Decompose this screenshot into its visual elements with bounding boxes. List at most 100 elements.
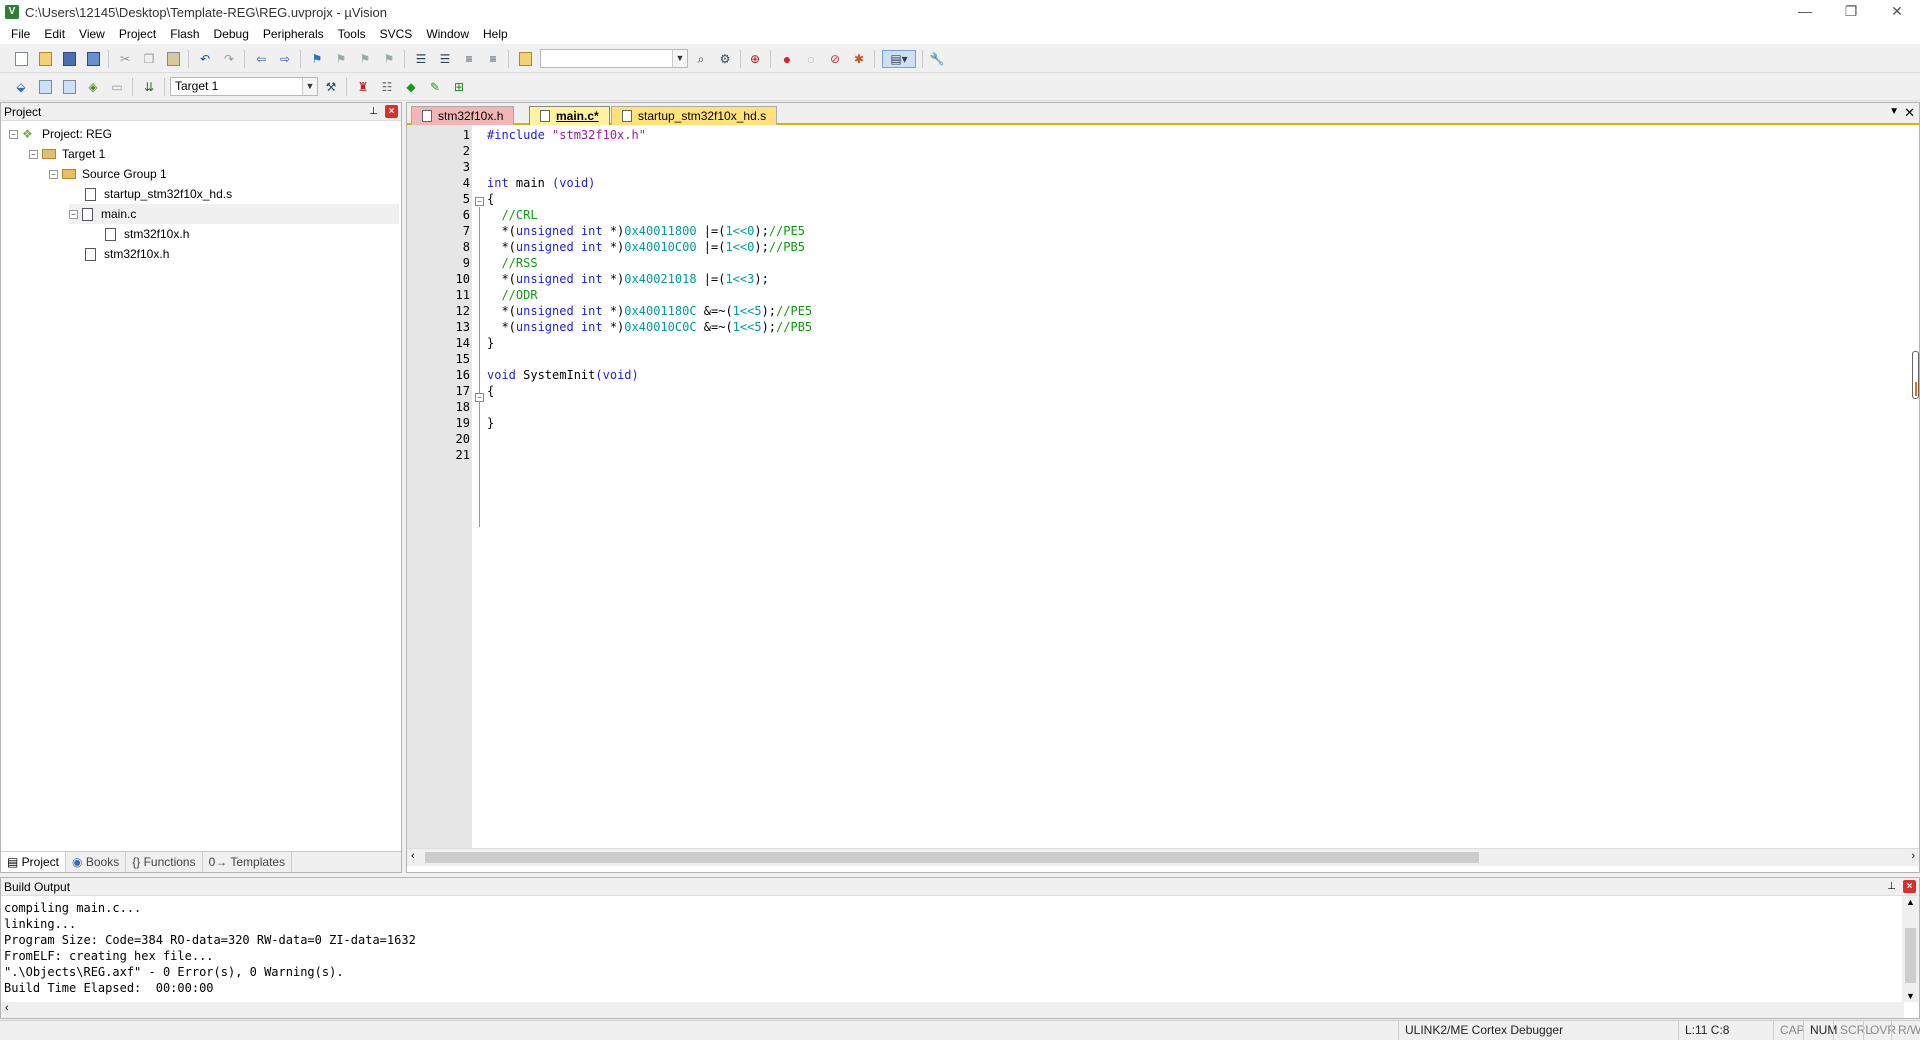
code-line[interactable]: *(unsigned int *)0x40021018 |=(1<<3); — [487, 271, 768, 287]
menu-edit[interactable]: Edit — [37, 24, 72, 44]
kill-all-breakpoints-icon[interactable]: ✱ — [850, 50, 868, 68]
menu-svcs[interactable]: SVCS — [373, 24, 420, 44]
close-pane-button[interactable]: × — [385, 105, 398, 118]
menu-flash[interactable]: Flash — [163, 24, 206, 44]
tree-item-startup-file[interactable]: startup_stm32f10x_hd.s — [85, 184, 232, 204]
fold-toggle-icon[interactable]: − — [475, 393, 484, 402]
menu-project[interactable]: Project — [112, 24, 163, 44]
collapse-toggle-icon[interactable]: − — [29, 149, 38, 159]
select-packs-icon[interactable]: ◆ — [402, 78, 420, 96]
bookmark-next-icon[interactable]: ⚑ — [356, 50, 374, 68]
fold-toggle-icon[interactable]: − — [475, 197, 484, 206]
close-button[interactable]: ✕ — [1874, 0, 1920, 22]
bookmark-toggle-icon[interactable]: ⚑ — [308, 50, 326, 68]
tab-books[interactable]: ◉ Books — [66, 852, 127, 872]
menu-debug[interactable]: Debug — [207, 24, 256, 44]
scroll-up-icon[interactable]: ▲ — [1906, 897, 1915, 907]
window-layout-dropdown[interactable]: ▤▾ — [882, 50, 916, 68]
editor-tab-stm32f10x-h[interactable]: stm32f10x.h — [411, 106, 515, 125]
incremental-find-icon[interactable]: ⚙ — [716, 50, 734, 68]
code-line[interactable]: *(unsigned int *)0x4001180C &=~(1<<5);//… — [487, 303, 812, 319]
manage-run-time-environment-icon[interactable]: ⊞ — [450, 78, 468, 96]
editor-horizontal-scrollbar[interactable]: ‹ › — [407, 848, 1919, 866]
find-icon[interactable]: ⌕ — [692, 50, 710, 68]
start-debug-icon[interactable]: ⊕ — [746, 50, 764, 68]
pin-icon[interactable]: ⊥ — [367, 105, 380, 118]
scrollbar-thumb[interactable] — [425, 852, 1479, 863]
scroll-right-icon[interactable]: › — [1911, 850, 1915, 862]
menu-view[interactable]: View — [72, 24, 112, 44]
find-combobox[interactable]: ▼ — [540, 49, 688, 68]
uncomment-icon[interactable]: ≡ — [484, 50, 502, 68]
download-icon[interactable]: ⇊ — [140, 78, 158, 96]
new-file-icon[interactable] — [12, 50, 30, 68]
tree-item-header-file[interactable]: stm32f10x.h — [85, 244, 169, 264]
unindent-icon[interactable]: ☰ — [436, 50, 454, 68]
code-line[interactable]: //CRL — [487, 207, 537, 223]
menu-file[interactable]: File — [4, 24, 37, 44]
overview-ruler[interactable] — [1912, 351, 1919, 399]
paste-icon[interactable] — [164, 50, 182, 68]
build-icon[interactable] — [36, 78, 54, 96]
restore-button[interactable]: ❐ — [1828, 0, 1874, 22]
editor-tab-main-c[interactable]: main.c* — [529, 106, 610, 125]
bookmark-prev-icon[interactable]: ⚑ — [332, 50, 350, 68]
menu-window[interactable]: Window — [419, 24, 476, 44]
scroll-left-icon[interactable]: ‹ — [411, 850, 415, 862]
configure-icon[interactable]: 🔧 — [928, 50, 946, 68]
tree-item-project[interactable]: − ❖ Project: REG — [9, 124, 112, 144]
collapse-toggle-icon[interactable]: − — [69, 209, 78, 219]
tree-item-main-dependency[interactable]: stm32f10x.h — [105, 224, 189, 244]
minimize-button[interactable]: — — [1782, 0, 1828, 22]
scrollbar-thumb[interactable] — [1905, 928, 1916, 983]
tree-item-main-c[interactable]: − main.c — [69, 204, 399, 224]
target-select[interactable]: Target 1 ▼ — [170, 77, 318, 96]
code-line[interactable]: } — [487, 335, 494, 351]
manage-multi-project-icon[interactable]: ☷ — [378, 78, 396, 96]
batch-build-icon[interactable]: ◈ — [84, 78, 102, 96]
code-line[interactable]: { — [487, 383, 494, 399]
rebuild-icon[interactable] — [60, 78, 78, 96]
pin-icon[interactable]: ⊥ — [1885, 880, 1898, 893]
bookmark-clear-icon[interactable]: ⚑ — [380, 50, 398, 68]
collapse-toggle-icon[interactable]: − — [49, 169, 58, 179]
navigate-back-icon[interactable]: ⇦ — [252, 50, 270, 68]
code-line[interactable]: { — [487, 191, 494, 207]
undo-icon[interactable]: ↶ — [196, 50, 214, 68]
code-line[interactable]: *(unsigned int *)0x40010C00 |=(1<<0);//P… — [487, 239, 805, 255]
save-icon[interactable] — [60, 50, 78, 68]
pack-installer-icon[interactable]: ✎ — [426, 78, 444, 96]
code-line[interactable]: #include "stm32f10x.h" — [487, 127, 646, 143]
menu-tools[interactable]: Tools — [331, 24, 373, 44]
code-line[interactable]: //RSS — [487, 255, 537, 271]
tab-project[interactable]: ▤ Project — [1, 852, 67, 872]
open-file-icon[interactable] — [36, 50, 54, 68]
close-pane-button[interactable]: × — [1903, 880, 1916, 893]
comment-icon[interactable]: ≡ — [460, 50, 478, 68]
copy-icon[interactable]: ❐ — [140, 50, 158, 68]
translate-icon[interactable]: ⬙ — [12, 78, 30, 96]
enable-breakpoint-icon[interactable]: ○ — [802, 50, 820, 68]
collapse-toggle-icon[interactable]: − — [9, 129, 18, 139]
menu-help[interactable]: Help — [476, 24, 515, 44]
editor-tab-startup-s[interactable]: startup_stm32f10x_hd.s — [611, 106, 778, 125]
tree-item-target[interactable]: − Target 1 — [29, 144, 105, 164]
code-line[interactable]: int main (void) — [487, 175, 595, 191]
redo-icon[interactable]: ↷ — [220, 50, 238, 68]
save-all-icon[interactable] — [84, 50, 102, 68]
menu-peripherals[interactable]: Peripherals — [256, 24, 331, 44]
build-output-horizontal-scrollbar[interactable]: ‹ — [1, 1002, 1904, 1018]
scroll-down-icon[interactable]: ▼ — [1906, 991, 1915, 1001]
cut-icon[interactable]: ✂ — [116, 50, 134, 68]
code-line[interactable]: } — [487, 415, 494, 431]
target-options-icon[interactable]: ⚒ — [322, 78, 340, 96]
indent-icon[interactable]: ☰ — [412, 50, 430, 68]
code-line[interactable]: void SystemInit(void) — [487, 367, 639, 383]
code-line[interactable]: *(unsigned int *)0x40011800 |=(1<<0);//P… — [487, 223, 805, 239]
build-output-vertical-scrollbar[interactable]: ▲ ▼ — [1902, 896, 1919, 1002]
code-line[interactable]: //ODR — [487, 287, 537, 303]
close-tab-icon[interactable]: ✕ — [1904, 105, 1915, 121]
navigate-forward-icon[interactable]: ⇨ — [276, 50, 294, 68]
code-line[interactable]: *(unsigned int *)0x40010C0C &=~(1<<5);//… — [487, 319, 812, 335]
insert-breakpoint-icon[interactable]: ● — [778, 50, 796, 68]
